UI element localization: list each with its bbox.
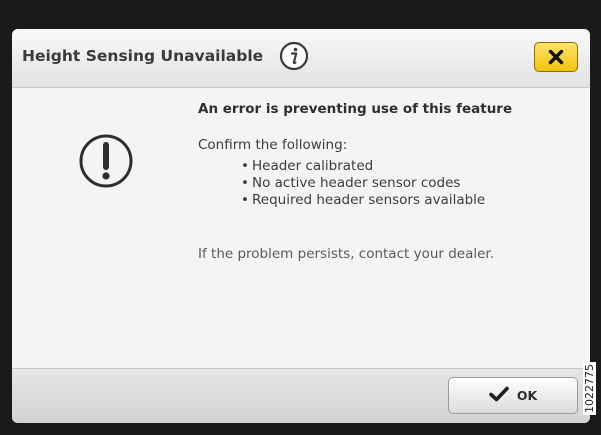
list-item: • Required header sensors available [241,192,486,208]
error-heading: An error is preventing use of this featu… [198,101,513,117]
dialog-title: Height Sensing Unavailable [22,47,264,65]
requirement-text: No active header sensor codes [252,175,461,191]
error-dialog: Height Sensing Unavailable An error is p… [12,29,590,423]
ok-button[interactable]: OK [448,377,578,414]
dialog-title-bar: Height Sensing Unavailable [12,29,590,88]
close-button[interactable] [534,42,578,72]
dialog-content: An error is preventing use of this featu… [12,88,590,368]
close-icon [548,49,564,65]
list-item: • Header calibrated [241,158,374,174]
list-item: • No active header sensor codes [241,175,461,191]
requirement-text: Required header sensors available [252,192,486,208]
requirements-list: • Header calibrated • No active header sen… [241,158,485,209]
ok-label: OK [516,388,538,403]
exclamation-circle-icon [78,133,134,189]
checkmark-icon [489,386,509,406]
persist-note: If the problem persists, contact your de… [198,246,495,262]
display-screen: Height Sensing Unavailable An error is p… [0,0,601,435]
confirm-intro: Confirm the following: [198,137,348,153]
requirement-text: Header calibrated [252,158,374,174]
info-icon[interactable] [279,41,309,71]
dialog-footer: OK [12,368,590,423]
figure-reference-number: 1022775 [583,362,596,415]
